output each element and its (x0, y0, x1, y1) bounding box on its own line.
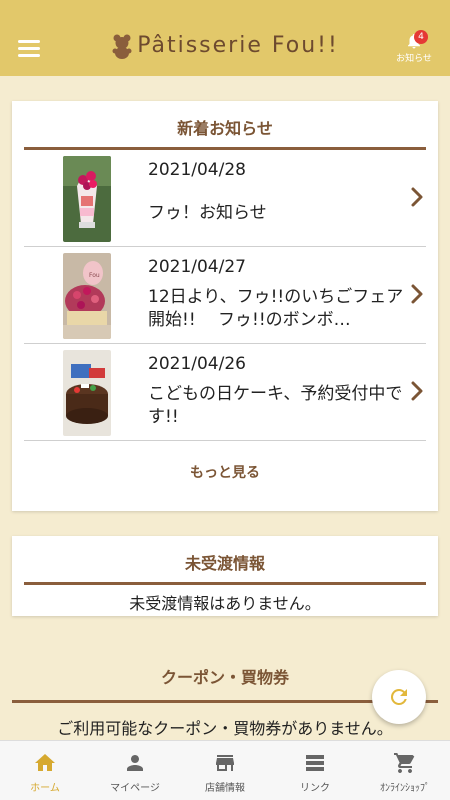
tab-store-info-label: 店舗情報 (205, 783, 245, 794)
tab-online-shop-label: ｵﾝﾗｲﾝｼｮｯﾌﾟ (380, 783, 430, 794)
app-header: Pâtisserie Fou!! 4 お知らせ (0, 0, 450, 76)
news-item-title: こどもの日ケーキ、予約受付中です!! (148, 384, 403, 427)
news-card: 新着お知らせ 2021/04/28 フゥ！お知らせ Fou 2021/04/27… (12, 101, 438, 511)
notification-label: お知らせ (396, 54, 432, 64)
tab-home[interactable]: ホーム (0, 741, 90, 800)
news-item[interactable]: 2021/04/26 こどもの日ケーキ、予約受付中です!! (24, 344, 426, 441)
home-icon (35, 754, 55, 771)
svg-text:Fou: Fou (89, 272, 100, 279)
chevron-right-icon (411, 187, 423, 207)
bear-logo-icon (112, 34, 132, 59)
news-date: 2021/04/27 (148, 257, 246, 277)
news-item-title: フゥ！お知らせ (148, 203, 267, 223)
chevron-right-icon (411, 381, 423, 401)
notification-button[interactable]: 4 お知らせ (392, 30, 436, 64)
cart-icon (394, 753, 415, 773)
news-thumbnail-parfait (63, 156, 111, 242)
refresh-icon (390, 689, 407, 705)
list-icon (306, 755, 324, 771)
store-icon (216, 755, 234, 771)
news-date: 2021/04/26 (148, 354, 246, 374)
chevron-right-icon (411, 284, 423, 304)
tab-home-label: ホーム (30, 783, 60, 794)
tab-mypage[interactable]: マイページ (90, 741, 180, 800)
refresh-button[interactable] (372, 670, 426, 724)
brand-name: Pâtisserie Fou!! (137, 33, 339, 58)
see-more-link[interactable]: もっと見る (12, 441, 438, 507)
undelivered-title: 未受渡情報 (184, 554, 265, 573)
tab-store-info[interactable]: 店舗情報 (180, 741, 270, 800)
news-item-title: 12日より、フゥ!!のいちごフェア開始!! フゥ!!のボンボ… (148, 287, 404, 330)
tab-mypage-label: マイページ (110, 783, 160, 794)
news-date: 2021/04/28 (148, 160, 246, 180)
bottom-tab-bar: ホーム マイページ 店舗情報 リンク ｵﾝﾗｲﾝｼｮｯﾌﾟ (0, 740, 450, 800)
news-item[interactable]: Fou 2021/04/27 12日より、フゥ!!のいちごフェア開始!! フゥ!… (24, 247, 426, 344)
person-icon (127, 755, 143, 771)
news-thumbnail-strawberry-cake: Fou (63, 253, 111, 339)
tab-links[interactable]: リンク (270, 741, 360, 800)
undelivered-message: 未受渡情報はありません。 (129, 594, 321, 613)
news-thumbnail-childrens-day-cake (63, 350, 111, 436)
tab-online-shop[interactable]: ｵﾝﾗｲﾝｼｮｯﾌﾟ (360, 741, 450, 800)
brand-logo: Pâtisserie Fou!! (0, 33, 450, 59)
news-item[interactable]: 2021/04/28 フゥ！お知らせ (24, 150, 426, 247)
undelivered-card: 未受渡情報 未受渡情報はありません。 (12, 536, 438, 616)
tab-links-label: リンク (300, 783, 330, 794)
notification-badge: 4 (414, 30, 428, 44)
news-title: 新着お知らせ (177, 119, 273, 138)
